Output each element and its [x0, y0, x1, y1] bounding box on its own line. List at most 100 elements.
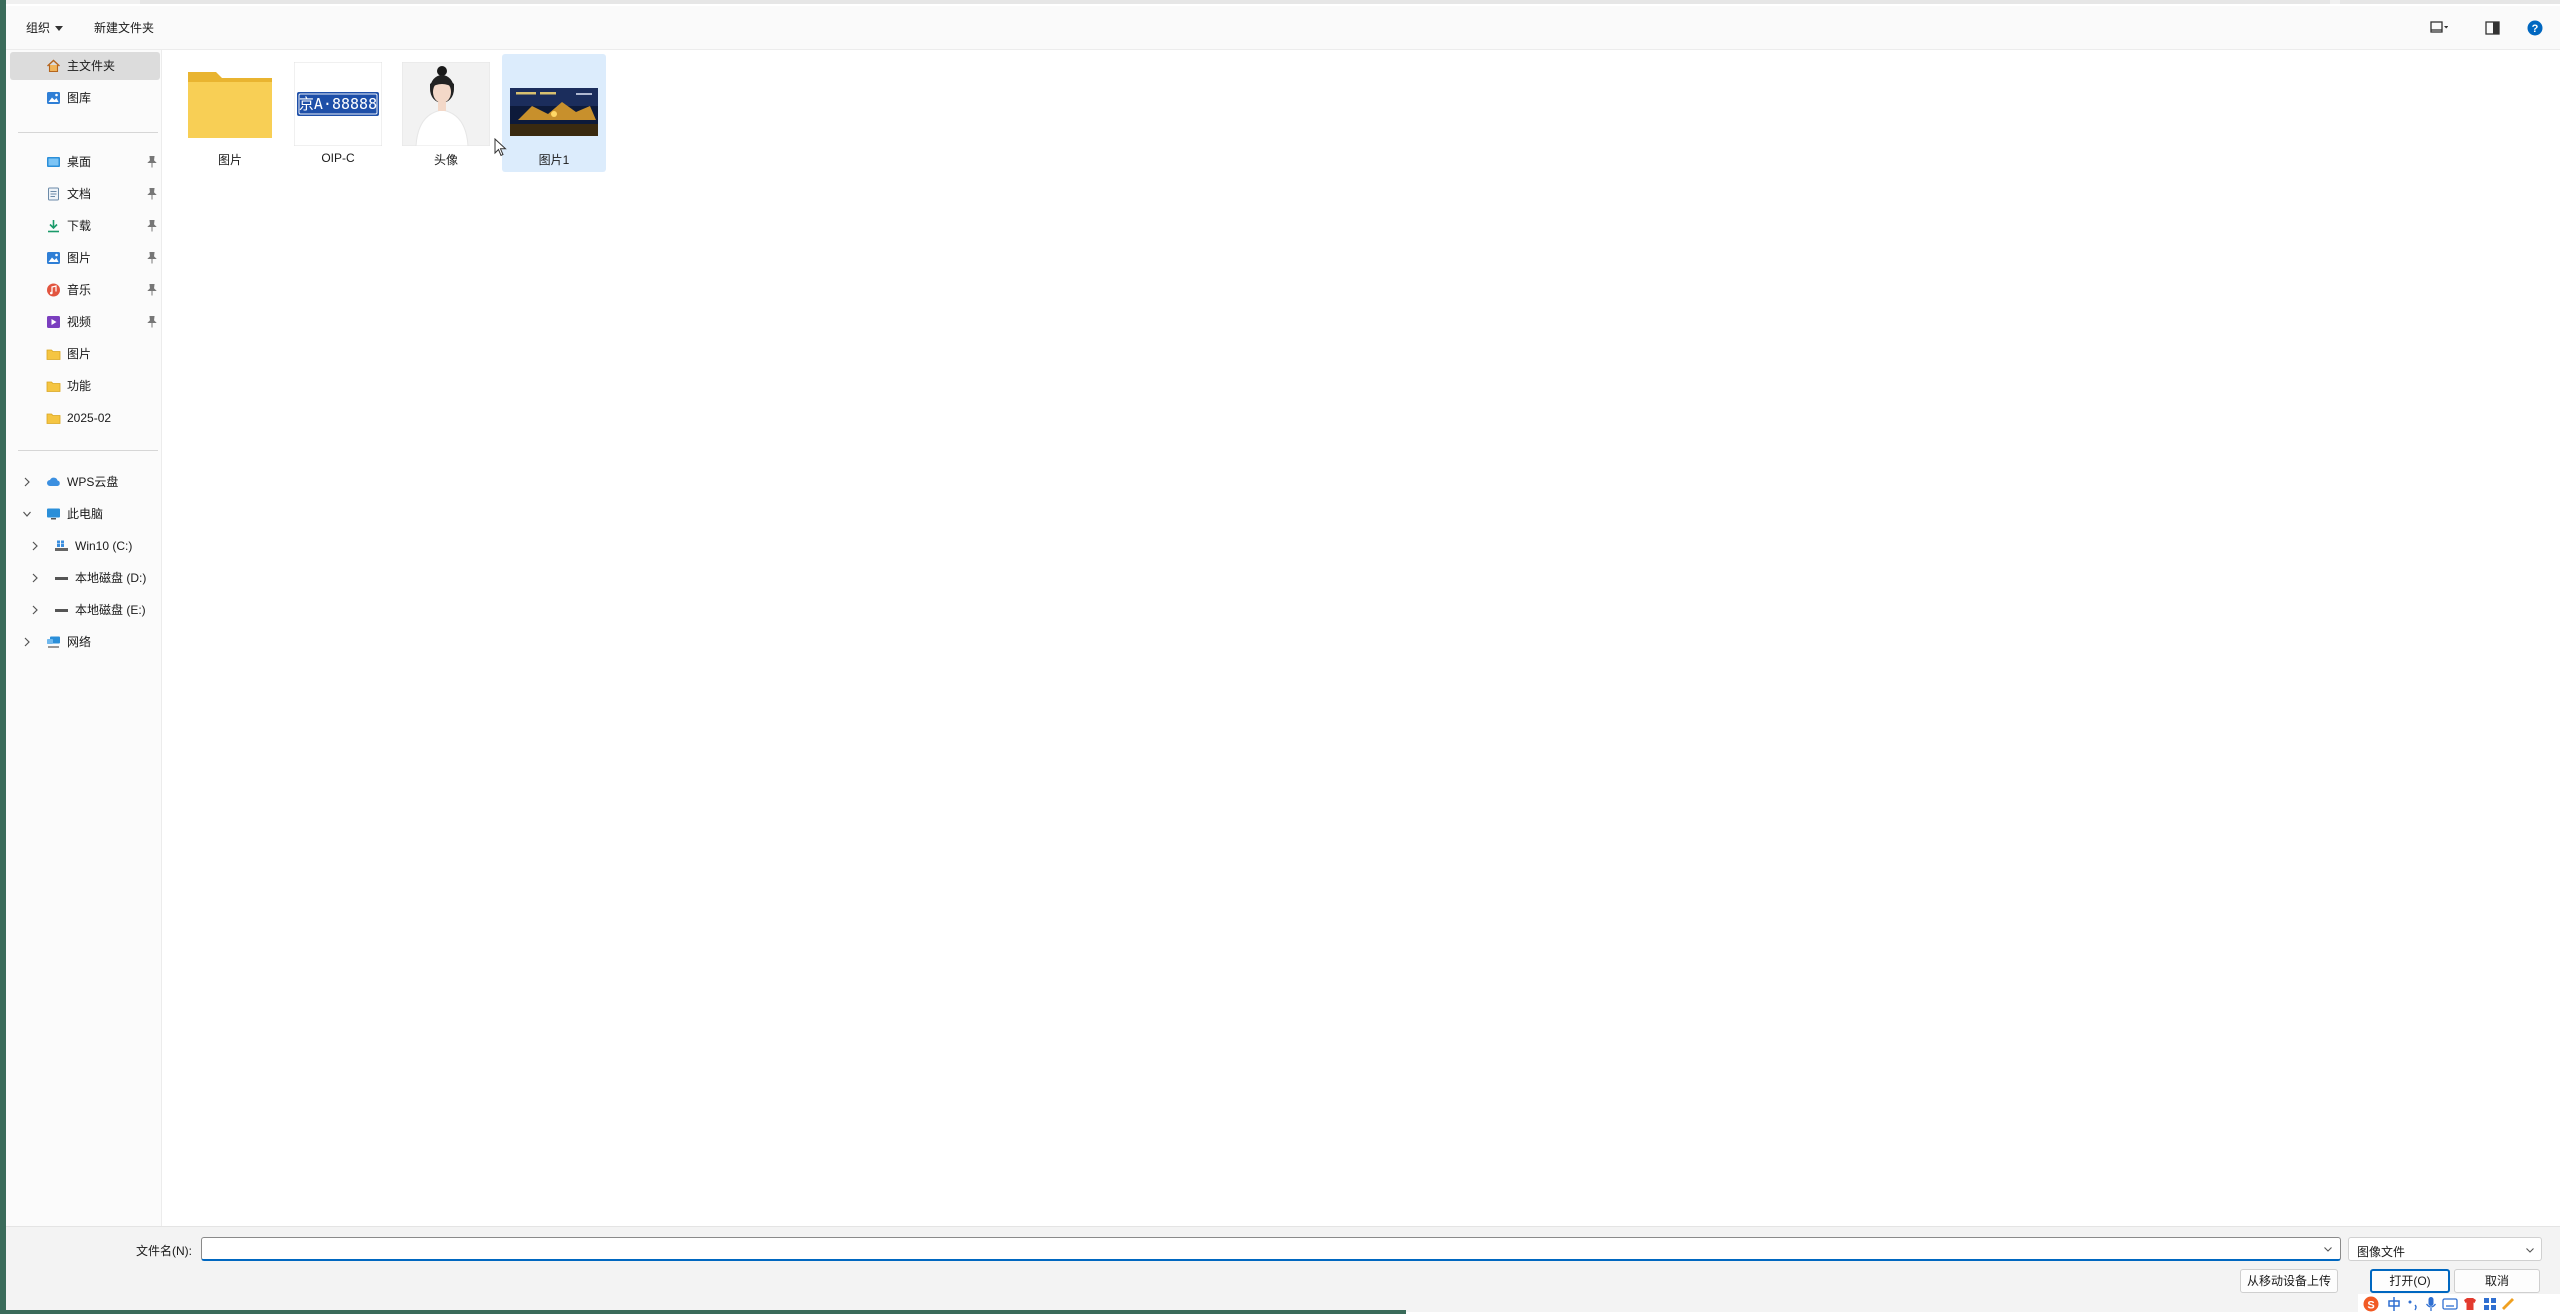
sidebar-item-pictures[interactable]: 图片	[10, 244, 160, 272]
pictures-icon	[47, 252, 60, 264]
pin-icon[interactable]	[146, 283, 158, 297]
file-type-select[interactable]: 图像文件	[2348, 1237, 2542, 1261]
microphone-icon[interactable]	[2424, 1296, 2438, 1312]
image-thumbnail	[402, 62, 490, 146]
pin-icon[interactable]	[146, 315, 158, 329]
keyboard-icon[interactable]	[2442, 1296, 2458, 1312]
sidebar-item-downloads[interactable]: 下载	[10, 212, 160, 240]
toolbox-icon[interactable]	[2482, 1296, 2498, 1312]
navigation-pane: 主文件夹 图库 桌面 文档 下载 图片 音乐 视频 图片 功能 2025-02 …	[6, 50, 162, 1226]
sidebar-item-home[interactable]: 主文件夹	[10, 52, 160, 80]
sidebar-item-label: 桌面	[67, 155, 92, 169]
sidebar-item-label: 图片	[67, 347, 92, 361]
chevron-right-icon[interactable]	[22, 636, 32, 648]
sidebar-item-music[interactable]: 音乐	[10, 276, 160, 304]
sidebar-item-wps-cloud[interactable]: WPS云盘	[10, 468, 160, 496]
computer-icon	[47, 508, 60, 520]
sidebar-item-label: 2025-02	[67, 411, 112, 425]
chevron-right-icon[interactable]	[30, 540, 40, 552]
file-name: OIP-C	[321, 151, 355, 165]
sidebar-item-label: 图片	[67, 251, 92, 265]
windows-drive-icon	[55, 540, 68, 551]
drive-icon	[55, 577, 68, 580]
sogou-logo-icon[interactable]: S	[2360, 1296, 2382, 1312]
network-icon	[47, 636, 60, 648]
sidebar-item-label: 本地磁盘 (D:)	[75, 571, 147, 585]
more-options-icon[interactable]	[2500, 1296, 2516, 1312]
sidebar-item-this-pc[interactable]: 此电脑	[10, 500, 160, 528]
skin-icon[interactable]	[2462, 1296, 2478, 1312]
sidebar-item-network[interactable]: 网络	[10, 628, 160, 656]
sidebar-item-desktop[interactable]: 桌面	[10, 148, 160, 176]
sidebar-item-videos[interactable]: 视频	[10, 308, 160, 336]
sidebar-item-drive-d[interactable]: 本地磁盘 (D:)	[10, 564, 160, 592]
sidebar-item-folder-features[interactable]: 功能	[10, 372, 160, 400]
sidebar-item-label: WPS云盘	[67, 475, 119, 489]
file-name: 头像	[433, 153, 458, 167]
home-icon	[47, 59, 60, 73]
sidebar-item-drive-c[interactable]: Win10 (C:)	[10, 532, 160, 560]
filename-label: 文件名(N):	[136, 1244, 192, 1258]
sidebar-item-label: 文档	[67, 187, 92, 201]
folder-icon	[46, 413, 61, 424]
sidebar-item-label: 主文件夹	[67, 59, 116, 73]
gallery-icon	[47, 92, 60, 104]
new-folder-button[interactable]: 新建文件夹	[88, 16, 160, 40]
file-tile-image1[interactable]: 图片1	[502, 54, 606, 172]
sidebar-item-label: 此电脑	[67, 507, 104, 521]
desktop-icon	[47, 157, 60, 167]
punctuation-icon[interactable]	[2406, 1296, 2420, 1312]
music-icon	[47, 283, 60, 297]
cancel-button[interactable]: 取消	[2454, 1269, 2540, 1293]
folder-icon	[188, 72, 272, 138]
file-tile-folder[interactable]: 图片	[178, 54, 282, 172]
sidebar-item-label: 音乐	[67, 283, 92, 297]
sidebar-item-label: 功能	[67, 379, 92, 393]
dialog-footer: 文件名(N): 图像文件 从移动设备上传 打开(O) 取消	[6, 1226, 2560, 1312]
sidebar-item-gallery[interactable]: 图库	[10, 84, 160, 112]
upload-from-mobile-button[interactable]: 从移动设备上传	[2240, 1269, 2338, 1293]
file-tile-oip-c[interactable]: 京A·88888 OIP-C	[286, 54, 390, 172]
pin-icon[interactable]	[146, 155, 158, 169]
chevron-down-icon	[2526, 1248, 2534, 1253]
file-name: 图片	[217, 153, 242, 167]
chevron-right-icon[interactable]	[30, 572, 40, 584]
pin-icon[interactable]	[146, 251, 158, 265]
organize-button[interactable]: 组织	[20, 16, 69, 40]
preview-pane-icon[interactable]	[2484, 20, 2502, 36]
document-icon	[48, 187, 59, 201]
chinese-mode-icon[interactable]	[2386, 1296, 2402, 1312]
sidebar-item-label: 网络	[67, 635, 92, 649]
filename-input[interactable]	[201, 1237, 2341, 1261]
pin-icon[interactable]	[146, 219, 158, 233]
ime-toolbar: S	[2358, 1294, 2560, 1314]
chevron-down-icon[interactable]	[2323, 1244, 2333, 1254]
sidebar-item-folder-pictures[interactable]: 图片	[10, 340, 160, 368]
folder-icon	[46, 381, 61, 392]
svg-text:S: S	[2367, 1300, 2374, 1312]
sidebar-divider	[18, 132, 158, 133]
image-thumbnail: 京A·88888	[294, 62, 382, 146]
file-tile-portrait[interactable]: 头像	[394, 54, 498, 172]
help-icon[interactable]: ?	[2526, 20, 2544, 36]
pin-icon[interactable]	[146, 187, 158, 201]
window-top-strip	[0, 0, 2560, 4]
address-bar-edge	[140, 0, 2330, 4]
sidebar-item-label: Win10 (C:)	[75, 539, 133, 553]
command-bar: 组织 新建文件夹 ?	[6, 6, 2560, 50]
view-options-icon[interactable]	[2430, 20, 2448, 36]
sidebar-item-folder-2025-02[interactable]: 2025-02	[10, 404, 160, 432]
sidebar-item-label: 图库	[67, 91, 92, 105]
chevron-down-icon[interactable]	[22, 508, 32, 520]
video-icon	[47, 316, 60, 328]
chevron-right-icon[interactable]	[22, 476, 32, 488]
file-name: 图片1	[538, 153, 570, 167]
sidebar-item-drive-e[interactable]: 本地磁盘 (E:)	[10, 596, 160, 624]
chevron-right-icon[interactable]	[30, 604, 40, 616]
sidebar-item-label: 本地磁盘 (E:)	[75, 603, 146, 617]
open-button[interactable]: 打开(O)	[2370, 1269, 2450, 1293]
sidebar-item-documents[interactable]: 文档	[10, 180, 160, 208]
folder-icon	[46, 349, 61, 360]
file-list-view: 图片 京A·88888 OIP-C 头像 图片1	[164, 50, 2560, 1226]
mouse-cursor-icon	[494, 138, 507, 157]
